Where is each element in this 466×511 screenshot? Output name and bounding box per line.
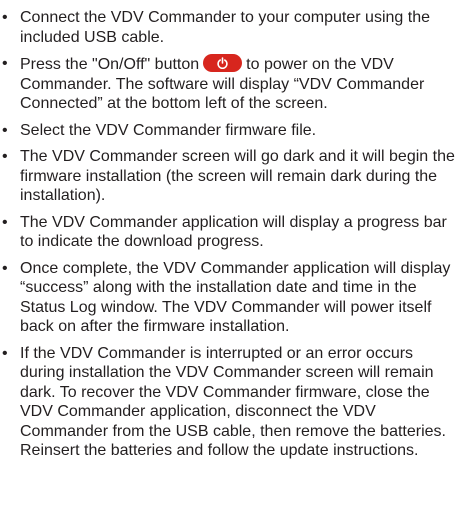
list-item-power-on: • Press the "On/Off" button to power on t… [0,54,456,114]
list-item-connect: • Connect the VDV Commander to your comp… [0,8,456,47]
list-item-text: Select the VDV Commander firmware file. [20,121,317,139]
list-item-text: Connect the VDV Commander to your comput… [20,9,430,46]
list-item-progress-bar: • The VDV Commander application will dis… [0,213,456,252]
list-item-select-firmware: • Select the VDV Commander firmware file… [0,121,456,141]
list-item-text: If the VDV Commander is interrupted or a… [20,344,446,460]
bullet-marker: • [2,55,8,72]
list-item-text-before-icon: Press the "On/Off" button [20,56,200,73]
list-item-screen-dark: • The VDV Commander screen will go dark … [0,147,456,206]
bullet-marker: • [2,213,8,231]
list-item-text: The VDV Commander application will displ… [20,213,447,251]
power-icon [203,54,243,72]
list-item-complete: • Once complete, the VDV Commander appli… [0,259,456,337]
instruction-list: • Connect the VDV Commander to your comp… [0,8,466,468]
bullet-marker: • [2,9,8,26]
instruction-document: • Connect the VDV Commander to your comp… [0,0,466,511]
list-item-text: Once complete, the VDV Commander applica… [20,259,451,336]
bullet-marker: • [2,121,8,139]
list-item-text: The VDV Commander screen will go dark an… [20,148,455,204]
bullet-marker: • [2,344,8,362]
bullet-marker: • [2,148,8,165]
bullet-marker: • [2,259,8,277]
list-item-error-recovery: • If the VDV Commander is interrupted or… [0,344,456,461]
